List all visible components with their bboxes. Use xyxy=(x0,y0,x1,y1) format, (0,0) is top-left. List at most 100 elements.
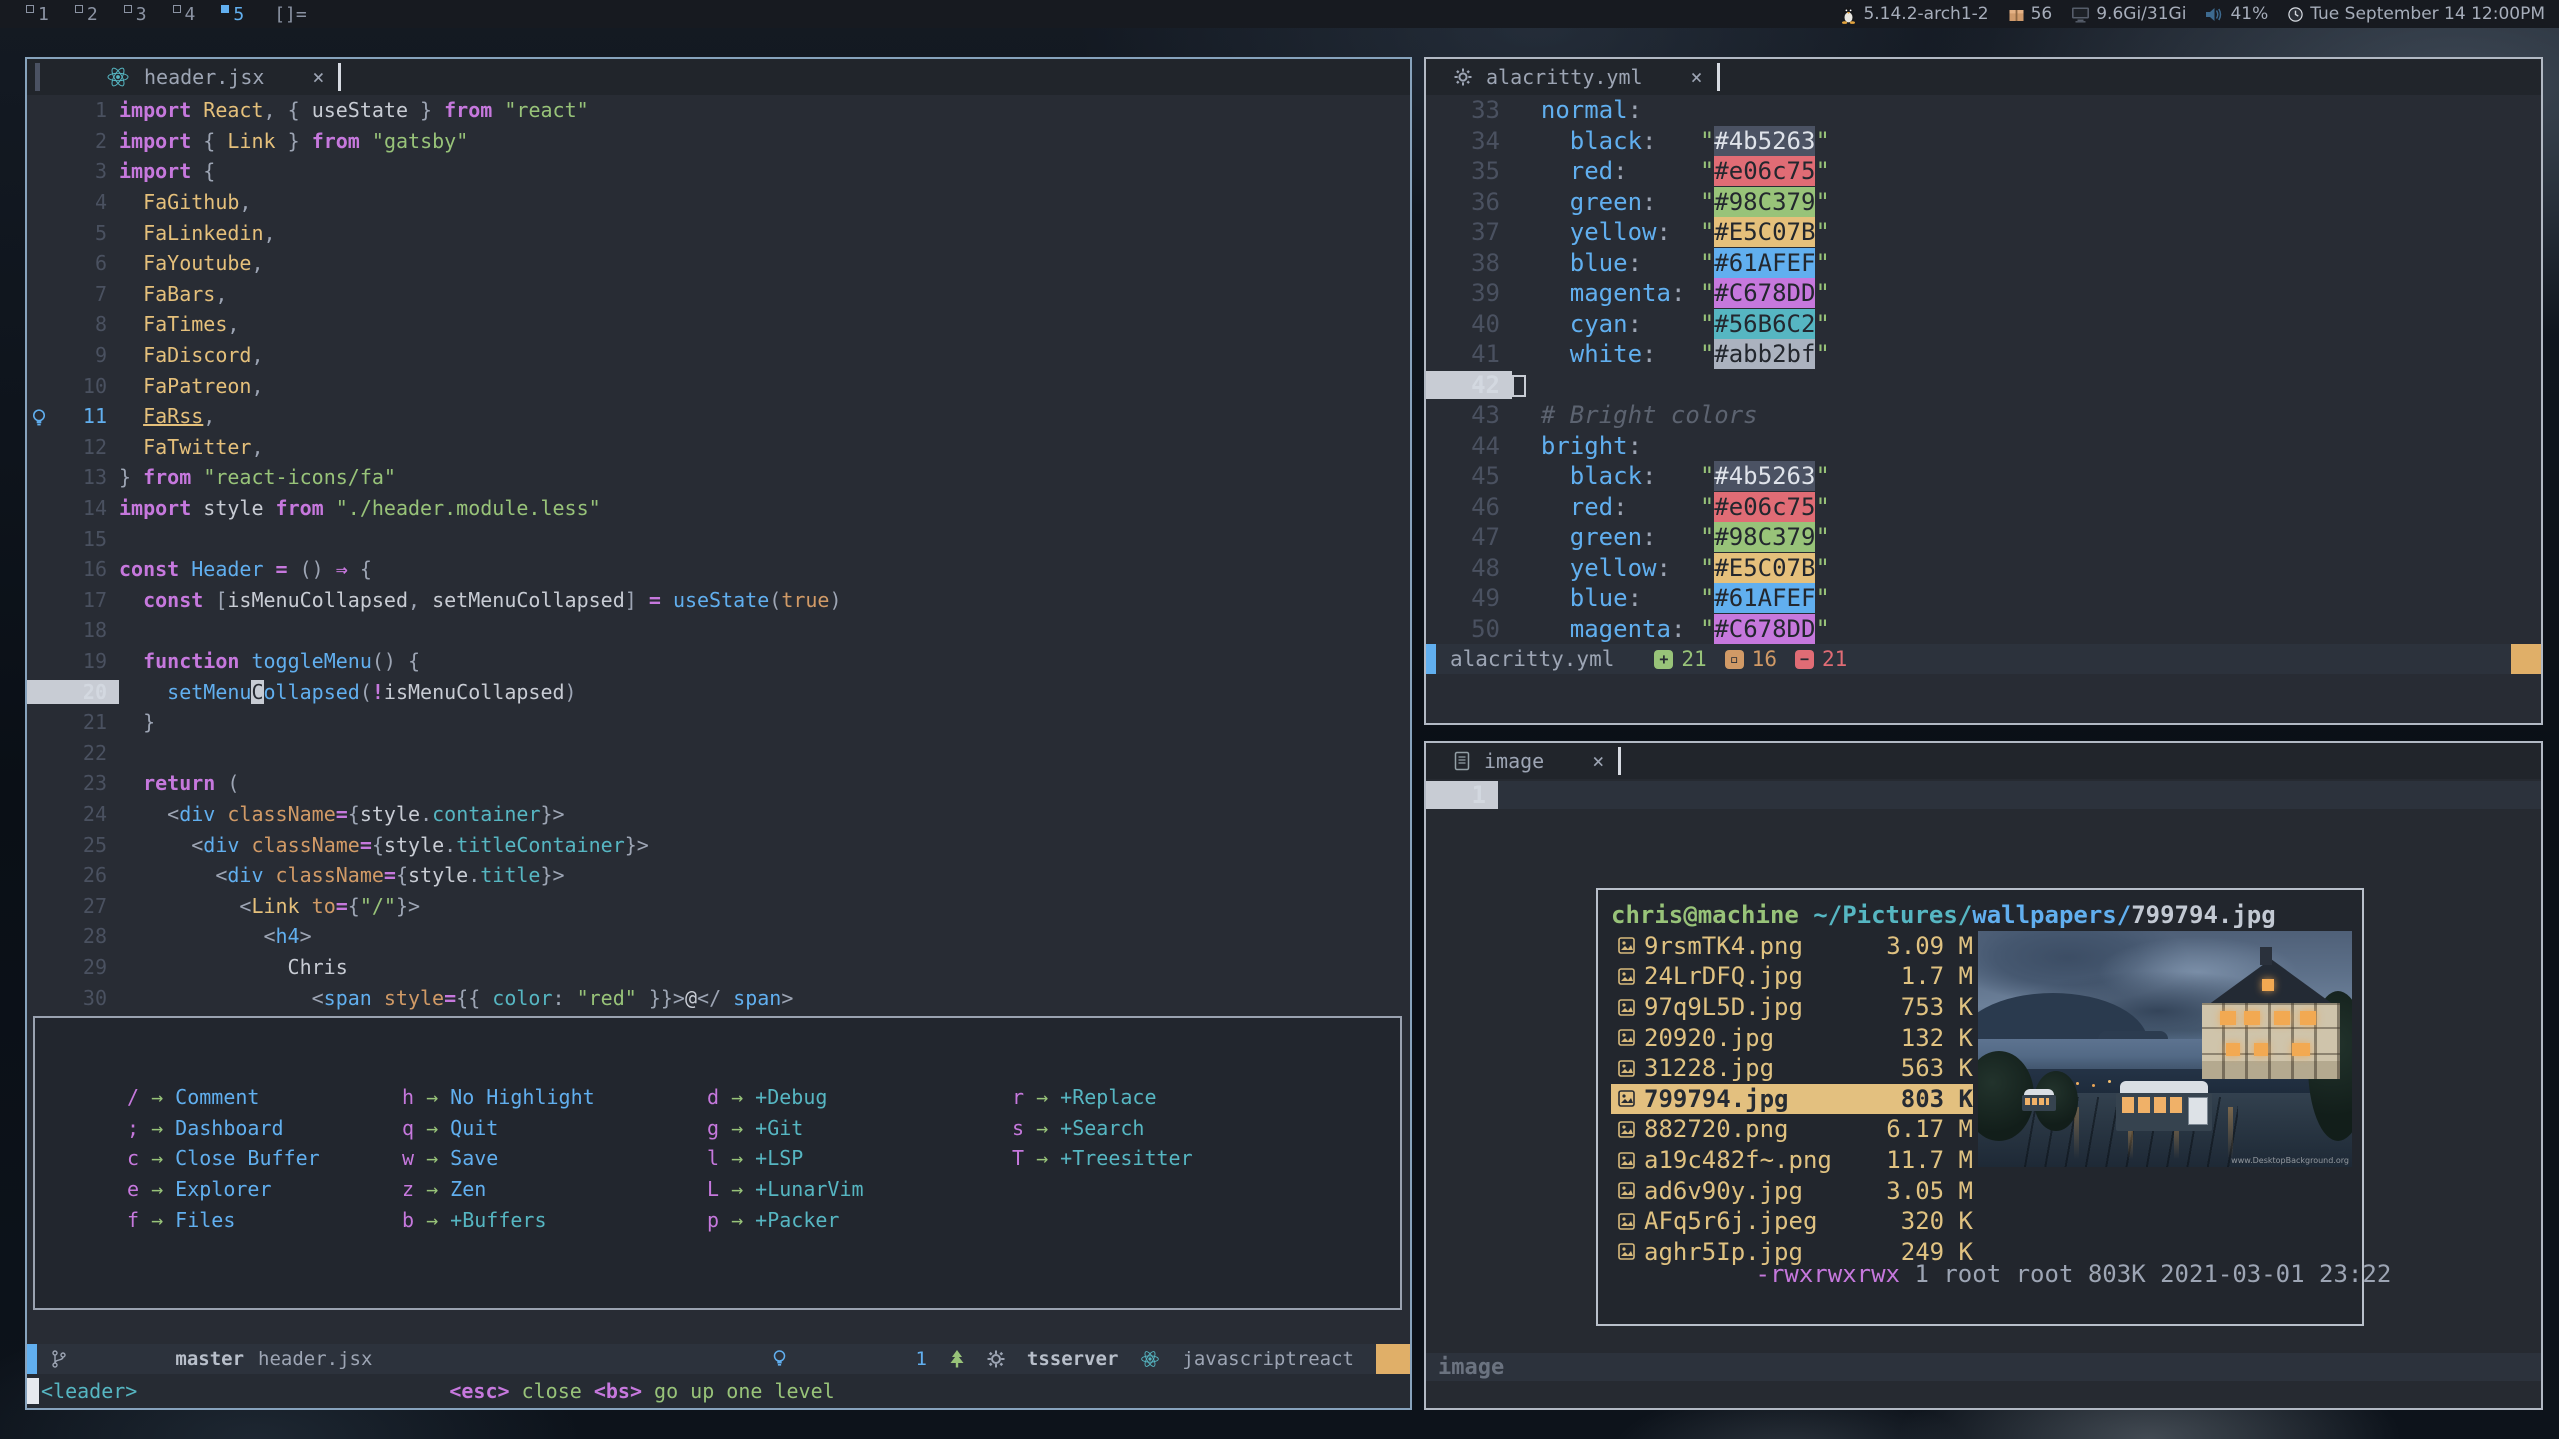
code-line-44[interactable]: 44bright: xyxy=(1426,431,2541,462)
tab-close-button[interactable]: × xyxy=(1592,749,1604,773)
file-row-31228.jpg[interactable]: 31228.jpg 563 K xyxy=(1611,1053,1973,1084)
code-line-36[interactable]: 36green: "#98C379" xyxy=(1426,187,2541,218)
package-icon xyxy=(2008,6,2025,23)
code-line-42[interactable]: 42 xyxy=(1426,370,2541,401)
alacritty-statusline: alacritty.yml + 21 ▫ 16 − 21 xyxy=(1426,644,2541,674)
whichkey-entry-p[interactable]: p → +Packer xyxy=(707,1204,864,1235)
code-line-41[interactable]: 41white: "#abb2bf" xyxy=(1426,339,2541,370)
code-line-13[interactable]: 13} from "react-icons/fa" xyxy=(27,462,1410,493)
code-line-16[interactable]: 16const Header = () ⇒ { xyxy=(27,554,1410,585)
file-row-24LrDFQ.jpg[interactable]: 24LrDFQ.jpg 1.7 M xyxy=(1611,961,1973,992)
code-line-15[interactable]: 15 xyxy=(27,523,1410,554)
code-line-40[interactable]: 40cyan: "#56B6C2" xyxy=(1426,309,2541,340)
code-line-19[interactable]: 19function toggleMenu() { xyxy=(27,646,1410,677)
whichkey-entry-c[interactable]: c → Close Buffer xyxy=(127,1143,320,1174)
whichkey-entry-d[interactable]: d → +Debug xyxy=(707,1082,864,1113)
whichkey-entry-z[interactable]: z → Zen xyxy=(402,1174,595,1205)
code-line-10[interactable]: 10FaPatreon, xyxy=(27,370,1410,401)
whichkey-entry-f[interactable]: f → Files xyxy=(127,1204,320,1235)
code-line-30[interactable]: 30<span style={{ color: "red" }}>@</ spa… xyxy=(27,982,1410,1013)
line-number: 33 xyxy=(1426,96,1512,124)
code-line-8[interactable]: 8FaTimes, xyxy=(27,309,1410,340)
workspace-4[interactable]: 4 xyxy=(173,4,196,25)
code-line-11[interactable]: 11FaRss, xyxy=(27,401,1410,432)
code-line-24[interactable]: 24<div className={style.container}> xyxy=(27,799,1410,830)
code-line-39[interactable]: 39magenta: "#C678DD" xyxy=(1426,278,2541,309)
code-line-23[interactable]: 23return ( xyxy=(27,768,1410,799)
file-size: 6.17 M xyxy=(1886,1115,1973,1143)
alacritty-buffer[interactable]: 33normal:34black: "#4b5263"35red: "#e06c… xyxy=(1426,95,2541,644)
whichkey-entry-h[interactable]: h → No Highlight xyxy=(402,1082,595,1113)
code-line-5[interactable]: 5FaLinkedin, xyxy=(27,217,1410,248)
workspace-2[interactable]: 2 xyxy=(75,4,98,25)
code-line-25[interactable]: 25<div className={style.titleContainer}> xyxy=(27,829,1410,860)
code-line-33[interactable]: 33normal: xyxy=(1426,95,2541,126)
tab-image[interactable]: image × xyxy=(1440,743,1618,779)
whichkey-entry-s[interactable]: s → +Search xyxy=(1012,1113,1193,1144)
code-line-22[interactable]: 22 xyxy=(27,737,1410,768)
file-row-882720.png[interactable]: 882720.png6.17 M xyxy=(1611,1114,1973,1145)
scroll-indicator-block xyxy=(1376,1344,1410,1374)
code-line-45[interactable]: 45black: "#4b5263" xyxy=(1426,461,2541,492)
code-line-43[interactable]: 43# Bright colors xyxy=(1426,400,2541,431)
code-line-7[interactable]: 7FaBars, xyxy=(27,279,1410,310)
code-line-26[interactable]: 26<div className={style.title}> xyxy=(27,860,1410,891)
code-line-1[interactable]: 1import React, { useState } from "react" xyxy=(27,95,1410,126)
code-line-46[interactable]: 46red: "#e06c75" xyxy=(1426,492,2541,523)
left-editor-buffer[interactable]: 1import React, { useState } from "react"… xyxy=(27,95,1410,1344)
whichkey-entry-g[interactable]: g → +Git xyxy=(707,1113,864,1144)
tab-alacritty[interactable]: alacritty.yml × xyxy=(1440,59,1717,95)
code-text: cyan: "#56B6C2" xyxy=(1512,310,2541,338)
code-line-18[interactable]: 18 xyxy=(27,615,1410,646)
file-row-a19c482f~.png[interactable]: a19c482f~.png11.7 M xyxy=(1611,1145,1973,1176)
code-line-28[interactable]: 28<h4> xyxy=(27,921,1410,952)
code-line-6[interactable]: 6FaYoutube, xyxy=(27,248,1410,279)
file-row-97q9L5D.jpg[interactable]: 97q9L5D.jpg 753 K xyxy=(1611,992,1973,1023)
whichkey-entry-q[interactable]: q → Quit xyxy=(402,1113,595,1144)
whichkey-entry-l[interactable]: l → +LSP xyxy=(707,1143,864,1174)
code-line-3[interactable]: 3import { xyxy=(27,156,1410,187)
code-line-35[interactable]: 35red: "#e06c75" xyxy=(1426,156,2541,187)
workspace-5[interactable]: 5 xyxy=(221,4,244,25)
whichkey-entry-L[interactable]: L → +LunarVim xyxy=(707,1174,864,1205)
whichkey-entry-e[interactable]: e → Explorer xyxy=(127,1174,320,1205)
whichkey-entry-T[interactable]: T → +Treesitter xyxy=(1012,1143,1193,1174)
code-line-14[interactable]: 14import style from "./header.module.les… xyxy=(27,493,1410,524)
workspace-3[interactable]: 3 xyxy=(124,4,147,25)
painting-cablecar xyxy=(2116,1081,2212,1143)
code-line-50[interactable]: 50magenta: "#C678DD" xyxy=(1426,614,2541,645)
tab-close-button[interactable]: × xyxy=(312,65,324,89)
code-line-49[interactable]: 49blue: "#61AFEF" xyxy=(1426,583,2541,614)
code-line-21[interactable]: 21} xyxy=(27,707,1410,738)
code-line-12[interactable]: 12FaTwitter, xyxy=(27,432,1410,463)
code-line-17[interactable]: 17const [isMenuCollapsed, setMenuCollaps… xyxy=(27,585,1410,616)
code-line-4[interactable]: 4FaGithub, xyxy=(27,187,1410,218)
code-action-lightbulb-icon[interactable] xyxy=(31,408,47,429)
whichkey-entry-/[interactable]: / → Comment xyxy=(127,1082,320,1113)
whichkey-entry-w[interactable]: w → Save xyxy=(402,1143,595,1174)
code-line-9[interactable]: 9FaDiscord, xyxy=(27,340,1410,371)
code-line-20[interactable]: 20setMenuCollapsed(!isMenuCollapsed) xyxy=(27,676,1410,707)
code-line-27[interactable]: 27<Link to={"/"}> xyxy=(27,890,1410,921)
file-row-799794.jpg[interactable]: 799794.jpg 803 K xyxy=(1611,1084,1973,1115)
buffer-line-1[interactable]: 1 xyxy=(1426,779,2541,810)
code-line-48[interactable]: 48yellow: "#E5C07B" xyxy=(1426,553,2541,584)
tab-headerjsx[interactable]: header.jsx × xyxy=(92,59,338,95)
code-line-2[interactable]: 2import { Link } from "gatsby" xyxy=(27,126,1410,157)
whichkey-entry-r[interactable]: r → +Replace xyxy=(1012,1082,1193,1113)
code-line-34[interactable]: 34black: "#4b5263" xyxy=(1426,126,2541,157)
code-line-47[interactable]: 47green: "#98C379" xyxy=(1426,522,2541,553)
file-row-20920.jpg[interactable]: 20920.jpg 132 K xyxy=(1611,1022,1973,1053)
whichkey-entry-b[interactable]: b → +Buffers xyxy=(402,1204,595,1235)
file-name: a19c482f~.png xyxy=(1644,1146,1877,1174)
diagnostic-count: 1 xyxy=(915,1348,926,1370)
code-line-29[interactable]: 29Chris xyxy=(27,952,1410,983)
code-line-37[interactable]: 37yellow: "#E5C07B" xyxy=(1426,217,2541,248)
image-buffer[interactable]: 1 xyxy=(1426,779,2541,810)
whichkey-entry-;[interactable]: ; → Dashboard xyxy=(127,1113,320,1144)
tab-close-button[interactable]: × xyxy=(1691,65,1703,89)
file-row-9rsmTK4.png[interactable]: 9rsmTK4.png3.09 M xyxy=(1611,931,1973,962)
code-line-38[interactable]: 38blue: "#61AFEF" xyxy=(1426,248,2541,279)
workspace-1[interactable]: 1 xyxy=(26,4,49,25)
file-row-ad6v90y.jpg[interactable]: ad6v90y.jpg3.05 M xyxy=(1611,1175,1973,1206)
